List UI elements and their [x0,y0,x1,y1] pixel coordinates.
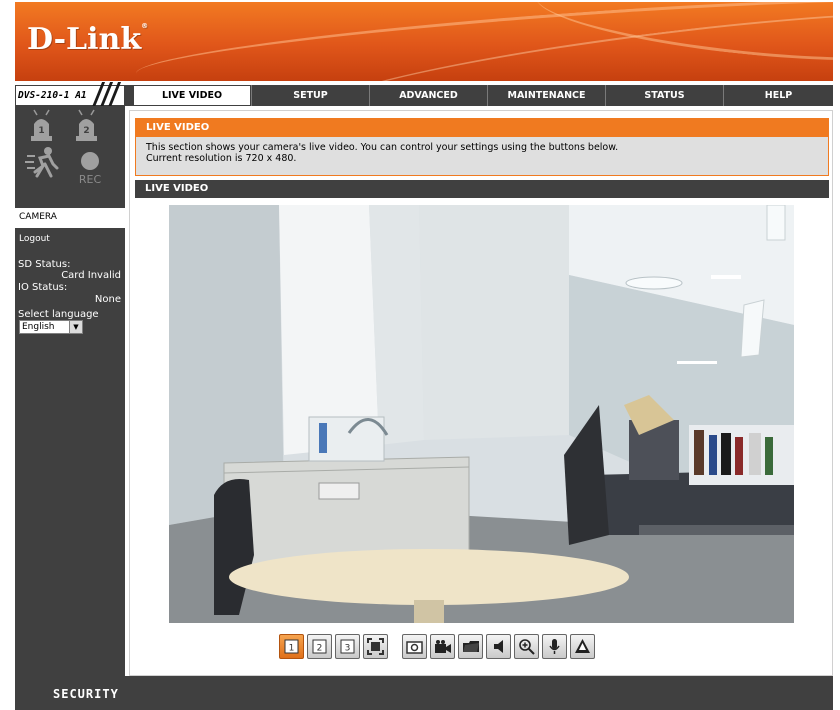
footer: SECURITY [15,676,833,710]
registered-mark: ® [141,22,149,30]
main-tabs: LIVE VIDEO SETUP ADVANCED MAINTENANCE ST… [133,85,833,106]
alarm-1-icon: 1 [31,109,52,141]
tab-label: STATUS [644,90,685,101]
sidebar: 1 2 REC CAMERA Logout SD Status: Card In… [15,106,125,676]
record-button[interactable] [430,633,455,659]
video-controls: 1 2 3 [279,633,598,659]
snapshot-icon [406,640,423,654]
live-video-view[interactable] [169,205,794,623]
language-label: Select language [18,309,99,320]
tab-help[interactable]: HELP [723,85,833,106]
info-box: LIVE VIDEO This section shows your camer… [135,118,829,176]
svg-text:REC: REC [79,173,102,186]
svg-text:2: 2 [83,126,89,136]
folder-icon [462,640,479,652]
tab-label: HELP [764,90,793,101]
page-frame: D-Link® DVS-210-1 A1 LIVE VIDEO SETUP AD… [13,0,835,710]
top-nav-bar: DVS-210-1 A1 LIVE VIDEO SETUP ADVANCED M… [15,82,833,112]
alarm-2-icon: 2 [76,109,97,141]
alarm-indicators: 1 2 REC [25,109,102,186]
profile-3-button[interactable]: 3 [335,633,360,659]
svg-text:2: 2 [317,643,323,653]
sd-status-label: SD Status: [18,259,71,270]
motion-icon [25,147,59,178]
info-description: This section shows your camera's live vi… [146,142,619,153]
tab-maintenance[interactable]: MAINTENANCE [487,85,605,106]
alert-icon [575,639,590,653]
tab-live-video[interactable]: LIVE VIDEO [133,85,251,106]
header-banner: D-Link® [15,2,833,81]
tab-label: ADVANCED [399,90,458,101]
fullscreen-button[interactable] [363,633,388,659]
speaker-button[interactable] [486,633,511,659]
record-icon [434,639,451,653]
resolution-text: Current resolution is 720 x 480. [146,153,297,164]
rec-icon: REC [79,152,102,186]
microphone-icon [549,638,560,654]
chevron-down-icon[interactable]: ▼ [69,321,82,333]
main-content: LIVE VIDEO This section shows your camer… [129,110,833,676]
svg-text:1: 1 [38,126,44,136]
zoom-button[interactable] [514,633,539,659]
profile-1-icon: 1 [284,639,299,653]
language-value: English [22,322,55,332]
svg-text:3: 3 [345,643,351,653]
profile-3-icon: 3 [340,639,355,653]
profile-2-icon: 2 [312,639,327,653]
speaker-icon [493,639,503,653]
footer-security-label: SECURITY [53,687,119,701]
camera-label: CAMERA [19,212,57,222]
language-select[interactable]: English ▼ [19,320,83,334]
microphone-button[interactable] [542,633,567,659]
info-title: LIVE VIDEO [136,119,828,137]
logo-text: D-Link [27,22,142,57]
alert-button[interactable] [570,633,595,659]
tab-label: LIVE VIDEO [161,90,223,101]
model-label-box: DVS-210-1 A1 [15,82,125,112]
video-section-title: LIVE VIDEO [135,180,829,198]
profile-1-button[interactable]: 1 [279,633,304,659]
snapshot-button[interactable] [402,633,427,659]
zoom-icon [519,638,535,655]
profile-2-button[interactable]: 2 [307,633,332,659]
svg-text:1: 1 [289,643,295,653]
tab-label: MAINTENANCE [507,90,586,101]
model-name: DVS-210-1 A1 [18,90,87,101]
logout-label: Logout [19,234,50,244]
folder-button[interactable] [458,633,483,659]
sd-status-value: Card Invalid [61,270,121,281]
alarm-status-area: 1 2 REC [15,106,125,206]
io-status-label: IO Status: [18,282,68,293]
dlink-logo[interactable]: D-Link® [27,22,148,57]
camera-image [169,205,794,623]
fullscreen-icon [367,637,384,655]
tab-status[interactable]: STATUS [605,85,723,106]
tab-advanced[interactable]: ADVANCED [369,85,487,106]
camera-menu-item[interactable]: CAMERA [15,208,125,228]
tab-setup[interactable]: SETUP [251,85,369,106]
io-status-value: None [94,294,121,305]
logout-link[interactable]: Logout [19,234,50,244]
tab-label: SETUP [293,90,328,101]
